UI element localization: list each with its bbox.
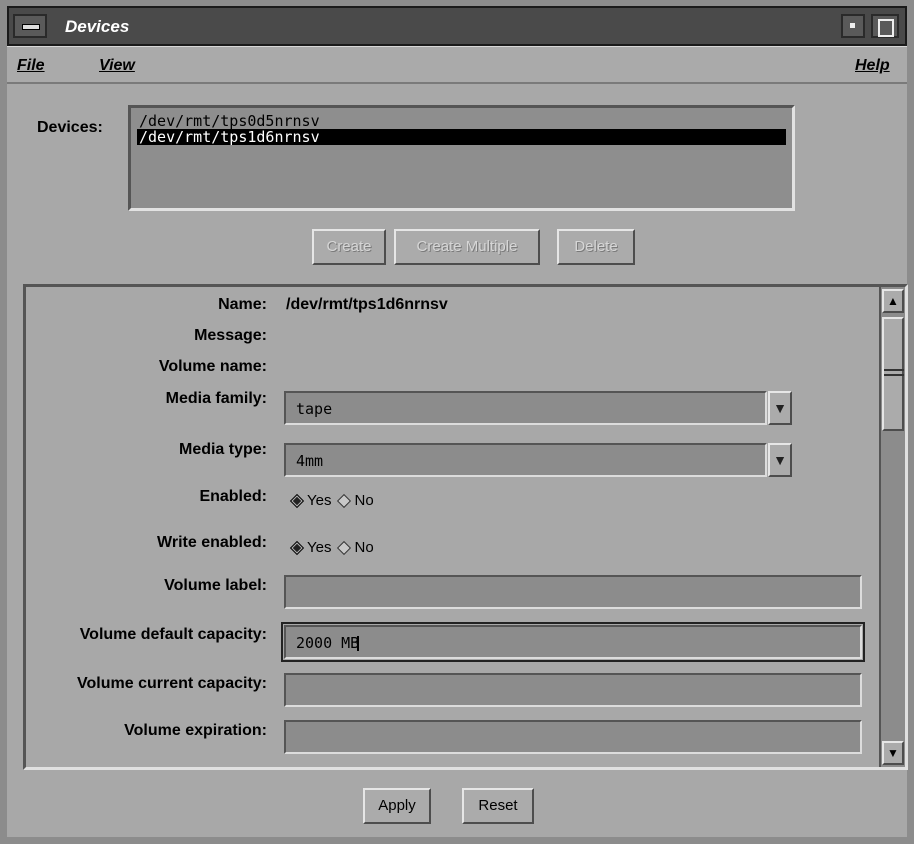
volume-current-capacity-label: Volume current capacity: — [77, 675, 267, 692]
media-type-dropdown-icon[interactable]: ▼ — [768, 443, 792, 477]
device-list-item-selected[interactable]: /dev/rmt/tps1d6nrnsv — [137, 129, 786, 145]
apply-button[interactable]: Apply — [363, 788, 431, 824]
write-enabled-yes-radio[interactable]: Yes — [288, 539, 331, 556]
create-button[interactable]: Create — [312, 229, 386, 265]
device-details-panel: Name: /dev/rmt/tps1d6nrnsv Message: Volu… — [23, 284, 908, 770]
scroll-down-icon[interactable]: ▼ — [882, 741, 904, 765]
volume-default-capacity-label: Volume default capacity: — [79, 626, 267, 643]
volume-label-label: Volume label: — [164, 577, 267, 594]
write-enabled-radio-group: Yes No — [288, 539, 378, 556]
volume-default-capacity-value: 2000 MB — [296, 634, 360, 652]
name-value: /dev/rmt/tps1d6nrnsv — [286, 296, 448, 313]
enabled-no-radio[interactable]: No — [335, 492, 374, 509]
radio-selected-icon — [289, 493, 305, 508]
title-bar[interactable]: Devices — [7, 6, 907, 46]
message-label: Message: — [194, 327, 267, 344]
write-enabled-no-label: No — [354, 539, 374, 556]
scroll-up-icon[interactable]: ▲ — [882, 289, 904, 313]
menu-bar: File View Help — [7, 46, 907, 84]
volume-name-label: Volume name: — [158, 358, 267, 375]
scroll-thumb[interactable] — [882, 317, 904, 431]
menu-file[interactable]: File — [17, 57, 45, 75]
radio-unselected-icon — [337, 493, 352, 508]
radio-selected-icon — [289, 540, 305, 555]
menu-help[interactable]: Help — [855, 57, 890, 75]
window-menu-icon[interactable] — [13, 14, 47, 38]
menu-file-label: File — [17, 57, 45, 74]
volume-default-capacity-input[interactable]: 2000 MB — [281, 622, 865, 662]
enabled-yes-label: Yes — [307, 492, 332, 509]
delete-button[interactable]: Delete — [557, 229, 635, 265]
vertical-scrollbar[interactable]: ▲ ▼ — [879, 287, 905, 767]
menu-help-label: Help — [855, 57, 890, 74]
media-family-select[interactable]: tape — [284, 391, 767, 425]
write-enabled-no-radio[interactable]: No — [335, 539, 374, 556]
device-list-item[interactable]: /dev/rmt/tps0d5nrnsv — [137, 113, 786, 129]
media-family-label: Media family: — [165, 390, 267, 407]
text-cursor — [357, 636, 360, 651]
volume-label-input[interactable] — [284, 575, 862, 609]
volume-current-capacity-input[interactable] — [284, 673, 862, 707]
name-label: Name: — [218, 296, 267, 313]
minimize-icon[interactable] — [841, 14, 865, 38]
menu-view[interactable]: View — [99, 57, 135, 75]
volume-expiration-input[interactable] — [284, 720, 862, 754]
enabled-radio-group: Yes No — [288, 492, 378, 509]
write-enabled-label: Write enabled: — [157, 534, 267, 551]
create-multiple-button[interactable]: Create Multiple — [394, 229, 540, 265]
media-family-dropdown-icon[interactable]: ▼ — [768, 391, 792, 425]
enabled-no-label: No — [354, 492, 374, 509]
maximize-icon[interactable] — [871, 14, 899, 38]
radio-unselected-icon — [337, 540, 352, 555]
volume-expiration-label: Volume expiration: — [124, 722, 267, 739]
reset-button[interactable]: Reset — [462, 788, 534, 824]
media-type-label: Media type: — [178, 441, 267, 458]
media-type-select[interactable]: 4mm — [284, 443, 767, 477]
devices-label: Devices: — [37, 119, 103, 136]
write-enabled-yes-label: Yes — [307, 539, 332, 556]
enabled-label: Enabled: — [199, 488, 267, 505]
enabled-yes-radio[interactable]: Yes — [288, 492, 331, 509]
devices-list[interactable]: /dev/rmt/tps0d5nrnsv /dev/rmt/tps1d6nrns… — [128, 105, 795, 211]
window-title: Devices — [65, 17, 130, 36]
menu-view-label: View — [99, 57, 135, 74]
